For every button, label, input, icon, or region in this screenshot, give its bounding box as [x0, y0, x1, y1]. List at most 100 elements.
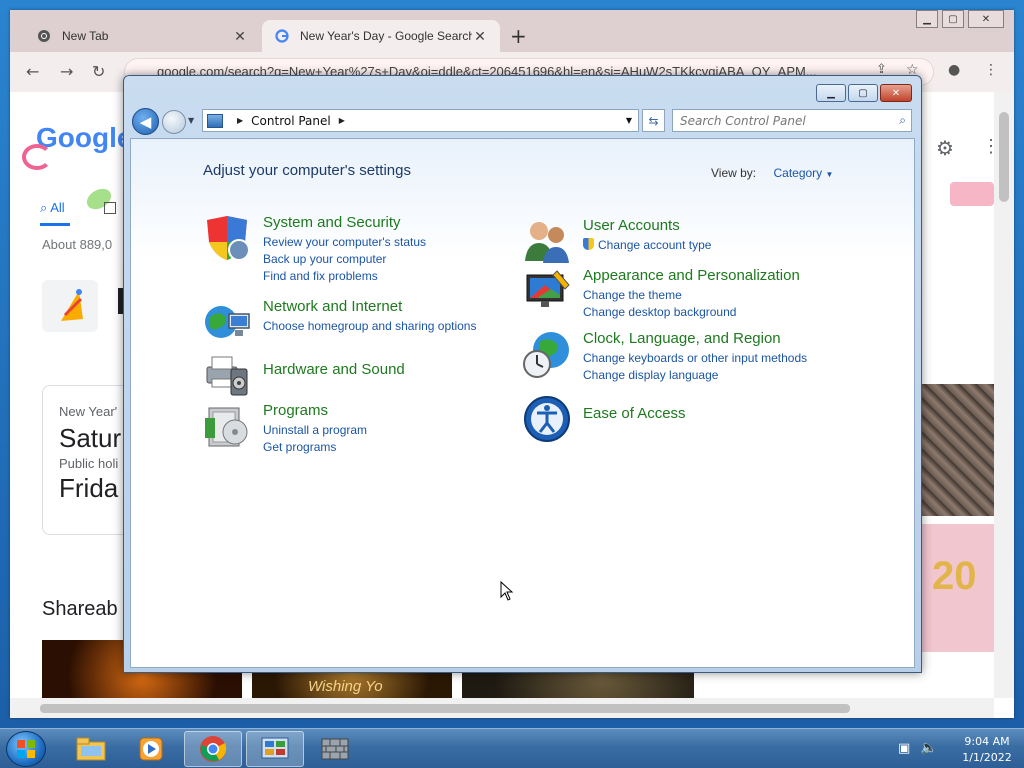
category-title[interactable]: User Accounts: [583, 217, 711, 235]
uac-shield-icon: [583, 238, 594, 250]
category-user-accounts: User Accounts Change account type: [523, 217, 711, 265]
link-display-language[interactable]: Change display language: [583, 367, 807, 384]
link-homegroup[interactable]: Choose homegroup and sharing options: [263, 318, 476, 335]
network-globe-icon[interactable]: [203, 298, 253, 346]
doodle-pink-shape: [950, 182, 994, 206]
breadcrumb-control-panel[interactable]: Control Panel: [251, 114, 331, 128]
link-uninstall[interactable]: Uninstall a program: [263, 422, 367, 439]
tab-new-tab[interactable]: New Tab ✕: [24, 20, 260, 52]
category-title[interactable]: System and Security: [263, 214, 426, 232]
new-tab-plus-icon[interactable]: +: [510, 26, 527, 46]
category-ease-of-access: Ease of Access: [523, 395, 686, 443]
close-tab-icon[interactable]: ✕: [472, 28, 488, 45]
tab-all-underline: [40, 223, 70, 226]
link-desktop-background[interactable]: Change desktop background: [583, 304, 800, 321]
control-panel-taskbar-icon[interactable]: [246, 731, 304, 767]
sparkler-image[interactable]: [922, 384, 994, 516]
explorer-taskbar-icon[interactable]: [62, 731, 120, 767]
category-title[interactable]: Clock, Language, and Region: [583, 330, 807, 348]
forward-arrow-icon[interactable]: →: [60, 62, 73, 81]
category-title[interactable]: Hardware and Sound: [263, 349, 405, 379]
breadcrumb-arrow-icon[interactable]: ▶: [339, 116, 345, 125]
printer-speaker-icon[interactable]: [203, 349, 253, 397]
scroll-thumb[interactable]: [40, 704, 850, 713]
maximize-icon[interactable]: ▢: [942, 10, 964, 28]
tab-title: New Tab: [62, 29, 109, 43]
clock-globe-icon[interactable]: [523, 330, 573, 378]
link-change-theme[interactable]: Change the theme: [583, 287, 800, 304]
category-title[interactable]: Programs: [263, 402, 367, 420]
close-window-icon[interactable]: ✕: [968, 10, 1004, 28]
banner-text: Wishing Yo: [308, 678, 383, 695]
link-find-fix[interactable]: Find and fix problems: [263, 268, 426, 285]
back-arrow-icon[interactable]: ←: [26, 62, 39, 81]
chevron-down-icon: ▼: [825, 170, 834, 179]
clock[interactable]: 9:04 AM 1/1/2022: [956, 734, 1018, 766]
address-bar[interactable]: ▶ Control Panel ▶ ▼: [202, 109, 639, 132]
refresh-icon[interactable]: ⇆: [642, 109, 665, 132]
category-title[interactable]: Network and Internet: [263, 298, 476, 316]
card-day-2: Frida: [59, 473, 119, 503]
vertical-scrollbar[interactable]: [994, 92, 1014, 698]
address-dropdown-icon[interactable]: ▼: [626, 116, 632, 125]
minimize-icon[interactable]: ▁: [816, 84, 846, 102]
horizontal-scrollbar[interactable]: [10, 698, 994, 718]
forward-arrow-icon[interactable]: [162, 110, 186, 134]
volume-icon[interactable]: 🔈: [920, 740, 937, 756]
category-appearance: Appearance and Personalization Change th…: [523, 267, 800, 321]
scroll-thumb[interactable]: [999, 112, 1009, 202]
recent-pages-dropdown-icon[interactable]: ▼: [188, 116, 194, 125]
profile-icon[interactable]: ●: [948, 62, 960, 78]
shield-icon[interactable]: [203, 214, 253, 262]
search-placeholder: Search Control Panel: [680, 114, 806, 128]
close-window-icon[interactable]: ✕: [880, 84, 912, 102]
tab-google-search[interactable]: New Year's Day - Google Search ✕: [262, 20, 500, 52]
tab-all[interactable]: ⌕ All: [40, 200, 65, 216]
link-get-programs[interactable]: Get programs: [263, 439, 367, 456]
google-logo[interactable]: Google: [36, 122, 132, 154]
search-input[interactable]: Search Control Panel ⌕: [672, 109, 912, 132]
link-change-keyboards[interactable]: Change keyboards or other input methods: [583, 350, 807, 367]
system-tray: ▣ 🔈 9:04 AM 1/1/2022: [884, 729, 1024, 768]
search-icon[interactable]: ⌕: [899, 113, 906, 128]
shareable-heading: Shareab: [42, 598, 118, 620]
firewall-taskbar-icon[interactable]: [306, 731, 364, 767]
category-title[interactable]: Appearance and Personalization: [583, 267, 800, 285]
chrome-taskbar-icon[interactable]: [184, 731, 242, 767]
view-by: View by: Category ▼: [711, 166, 833, 180]
category-title[interactable]: Ease of Access: [583, 395, 686, 423]
network-icon[interactable]: ▣: [898, 741, 910, 756]
back-arrow-icon[interactable]: ◀: [132, 108, 159, 135]
tab-title: New Year's Day - Google Search: [300, 29, 472, 43]
doodle-ribbon: [22, 144, 52, 170]
users-icon[interactable]: [523, 217, 573, 265]
start-button[interactable]: [6, 731, 46, 767]
reload-icon[interactable]: ↻: [92, 62, 105, 81]
programs-icon[interactable]: [203, 402, 253, 450]
holiday-card: New Year' Satur Public holi Frida: [42, 385, 132, 535]
link-change-account-type[interactable]: Change account type: [583, 237, 711, 254]
images-icon[interactable]: [104, 202, 116, 214]
ease-of-access-icon[interactable]: [523, 395, 573, 443]
view-by-dropdown[interactable]: Category ▼: [773, 166, 833, 180]
breadcrumb-arrow-icon[interactable]: ▶: [237, 116, 243, 125]
link-review-status[interactable]: Review your computer's status: [263, 234, 426, 251]
card-subtitle: Public holi: [59, 456, 119, 471]
link-back-up[interactable]: Back up your computer: [263, 251, 426, 268]
menu-kebab-icon[interactable]: ⋮: [984, 62, 998, 78]
clock-date: 1/1/2022: [962, 751, 1012, 764]
control-panel-window: ▁ ▢ ✕ ◀ ▼ ▶ Control Panel ▶ ▼ ⇆ Search C…: [123, 75, 922, 673]
apps-kebab-icon[interactable]: ⋮: [982, 136, 994, 157]
control-panel-content: Adjust your computer's settings View by:…: [130, 138, 915, 668]
balloons-image[interactable]: 20: [922, 524, 994, 652]
appearance-icon[interactable]: [523, 267, 573, 315]
control-panel-icon: [207, 113, 223, 128]
close-tab-icon[interactable]: ✕: [232, 28, 248, 45]
category-programs: Programs Uninstall a program Get program…: [203, 402, 367, 456]
clock-time: 9:04 AM: [964, 735, 1010, 748]
minimize-icon[interactable]: ▁: [916, 10, 938, 28]
maximize-icon[interactable]: ▢: [848, 84, 878, 102]
settings-gear-icon[interactable]: ⚙: [936, 136, 954, 161]
media-player-taskbar-icon[interactable]: [122, 731, 180, 767]
result-count: About 889,0: [42, 237, 113, 252]
